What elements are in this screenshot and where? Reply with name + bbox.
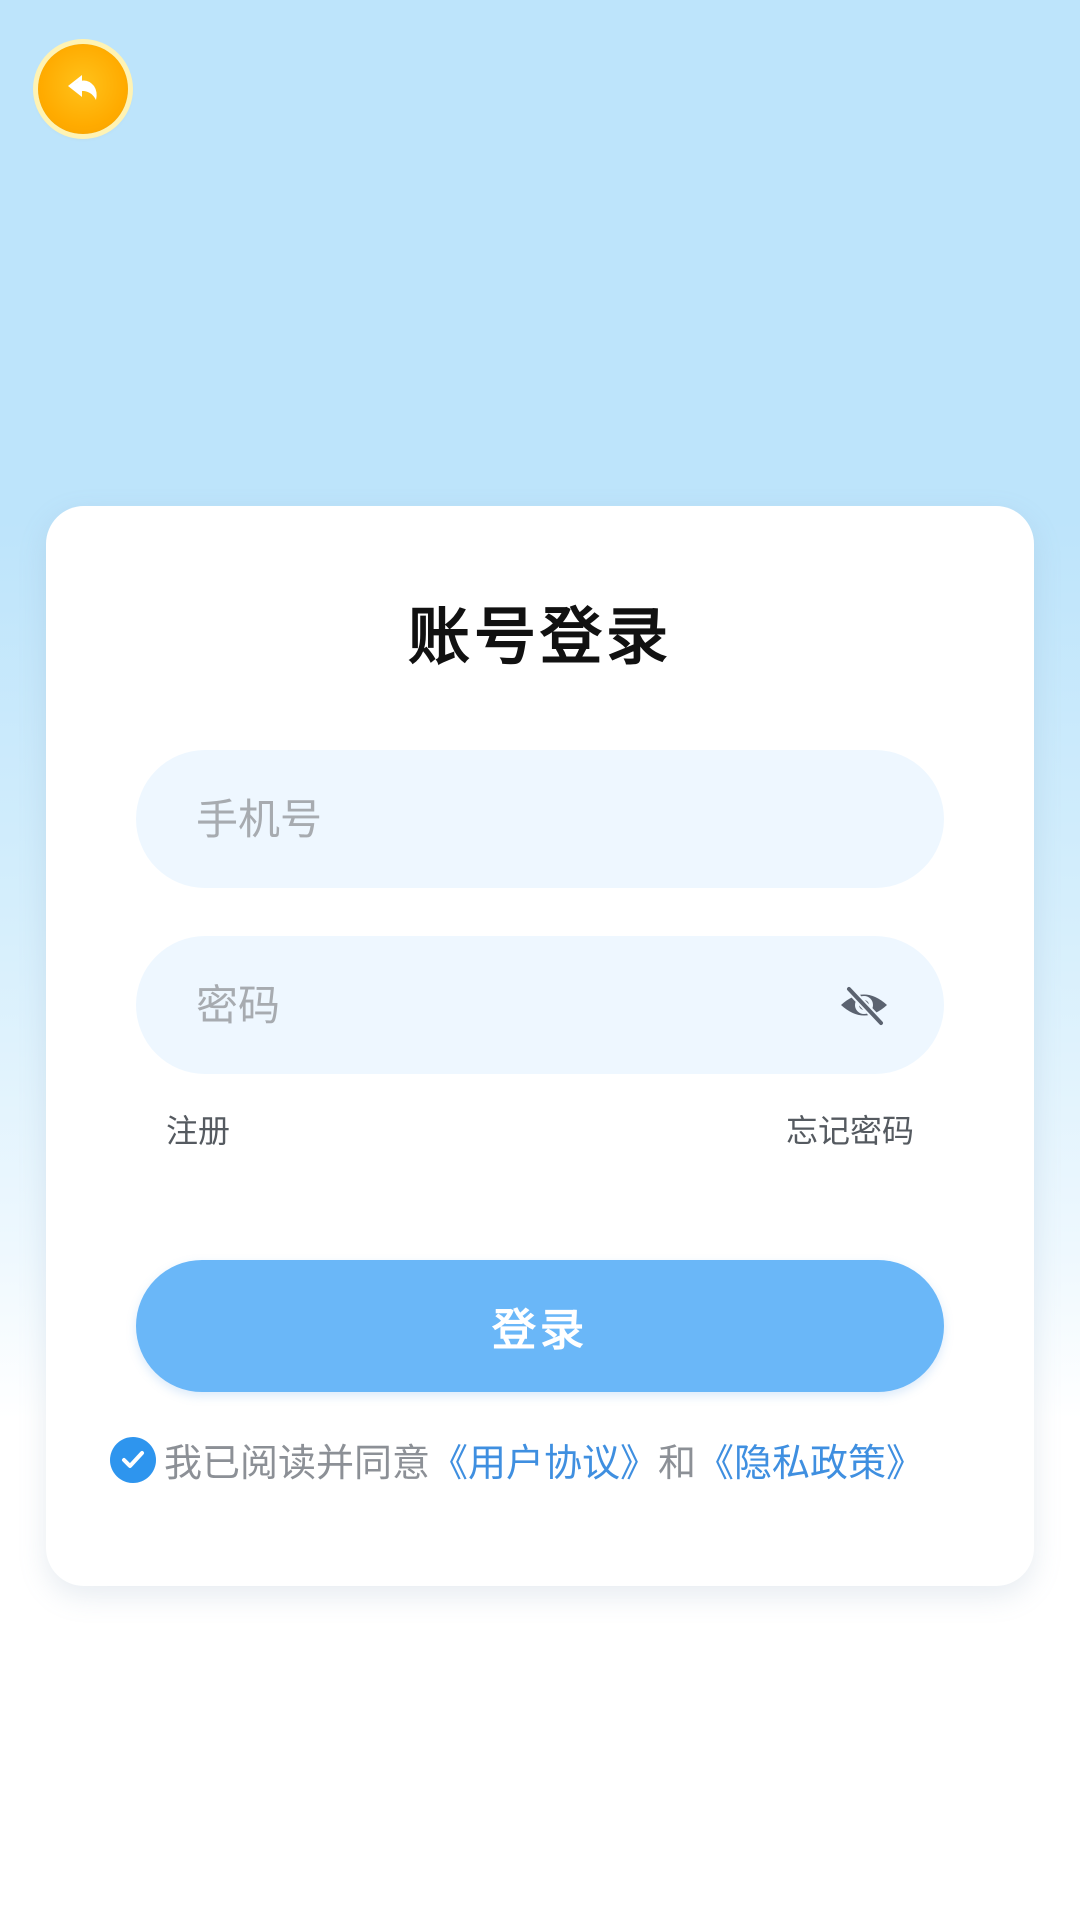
agreement-conjunction: 和 <box>658 1441 697 1485</box>
agreement-row: 我已阅读并同意 《用户协议》 和 《隐私政策》 <box>110 1432 1010 1487</box>
user-agreement-link[interactable]: 《用户协议》 <box>430 1432 658 1487</box>
privacy-policy-link[interactable]: 《隐私政策》 <box>696 1432 924 1487</box>
login-button[interactable]: 登录 <box>136 1260 944 1392</box>
agreement-prefix: 我已阅读并同意 <box>164 1441 431 1485</box>
forgot-password-link[interactable]: 忘记密码 <box>786 1106 914 1152</box>
page-title: 账号登录 <box>407 600 672 673</box>
check-icon <box>122 1450 144 1468</box>
agreement-checkbox[interactable] <box>110 1436 156 1483</box>
password-visibility-toggle[interactable] <box>836 977 892 1033</box>
password-field[interactable] <box>136 936 944 1074</box>
auth-links: 注册 忘记密码 <box>166 1106 914 1152</box>
password-input[interactable] <box>194 979 836 1031</box>
register-link[interactable]: 注册 <box>166 1106 230 1152</box>
eye-off-icon <box>841 985 887 1027</box>
phone-field[interactable] <box>136 750 944 888</box>
phone-input[interactable] <box>194 793 886 845</box>
login-card: 账号登录 注册 忘记密码 登录 我已阅读并同意 《用户协议》 和 《隐私 <box>46 506 1034 1586</box>
undo-arrow-icon <box>68 75 97 100</box>
back-button[interactable] <box>38 44 128 134</box>
